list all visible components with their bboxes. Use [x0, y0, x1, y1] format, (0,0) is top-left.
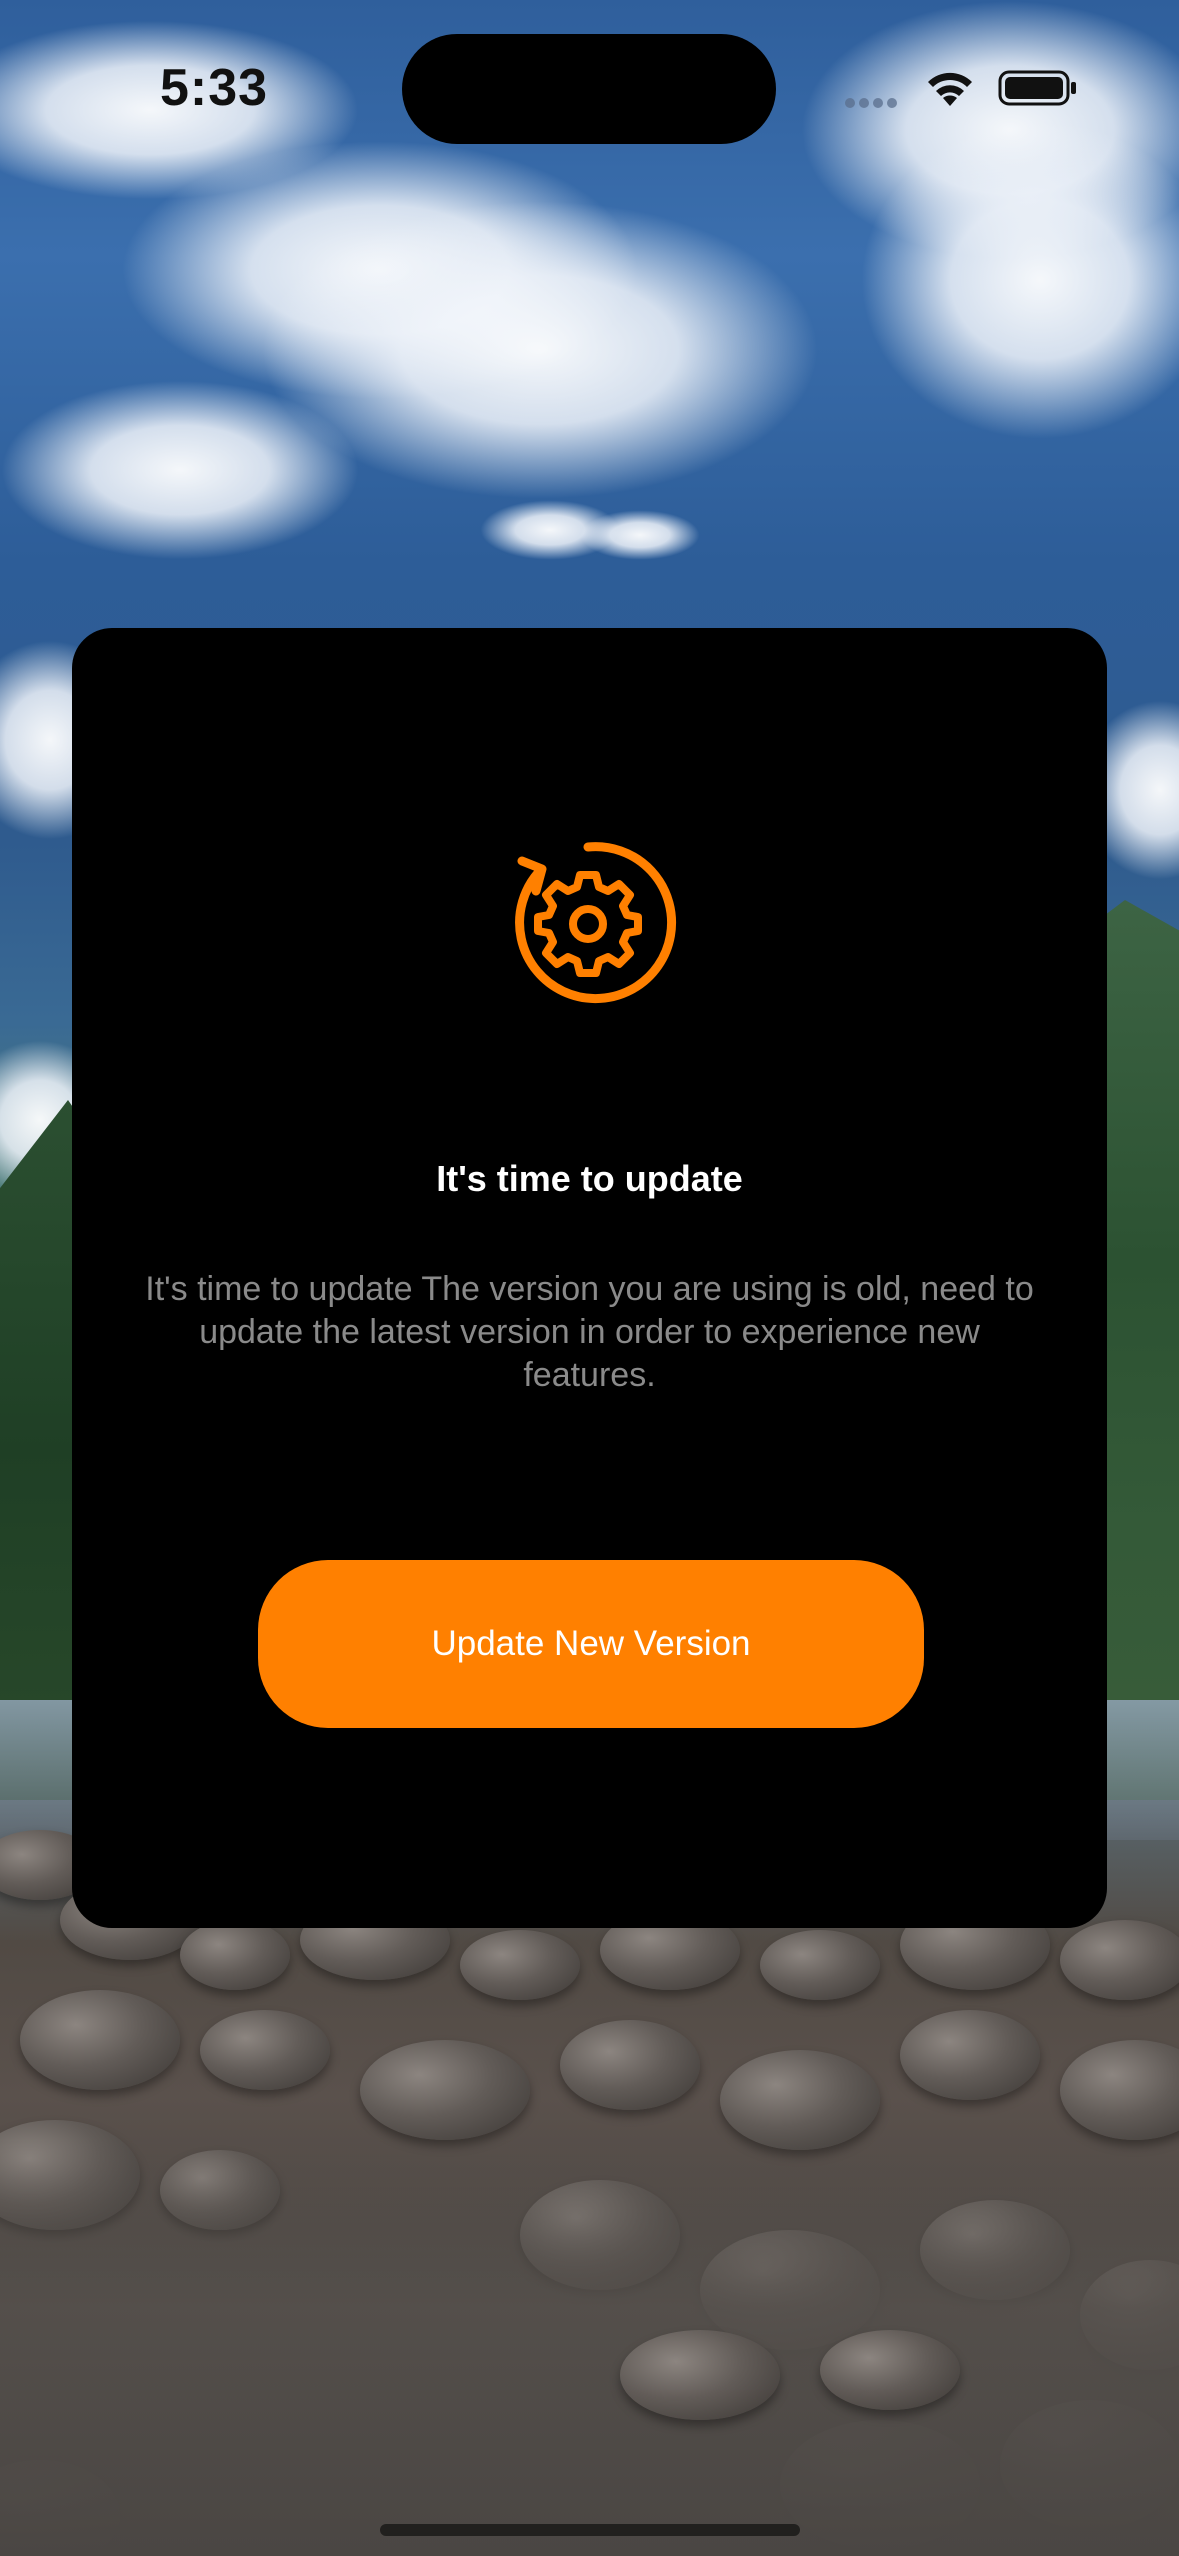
update-new-version-button[interactable]: Update New Version	[258, 1560, 924, 1728]
status-time: 5:33	[160, 59, 269, 117]
cellular-signal-icon	[845, 95, 905, 108]
update-dialog: It's time to update It's time to update …	[72, 628, 1107, 1928]
dialog-message: It's time to update The version you are …	[145, 1270, 1034, 1394]
update-gear-icon	[515, 842, 676, 1004]
dynamic-island	[402, 34, 776, 144]
dialog-title: It's time to update	[436, 1158, 743, 1199]
status-bar: 5:33	[0, 0, 1179, 170]
wifi-icon	[928, 72, 972, 106]
app-screen: 5:33 It's time to update It's time to up…	[0, 0, 1179, 2556]
battery-icon	[998, 70, 1076, 106]
home-indicator[interactable]	[380, 2524, 800, 2536]
